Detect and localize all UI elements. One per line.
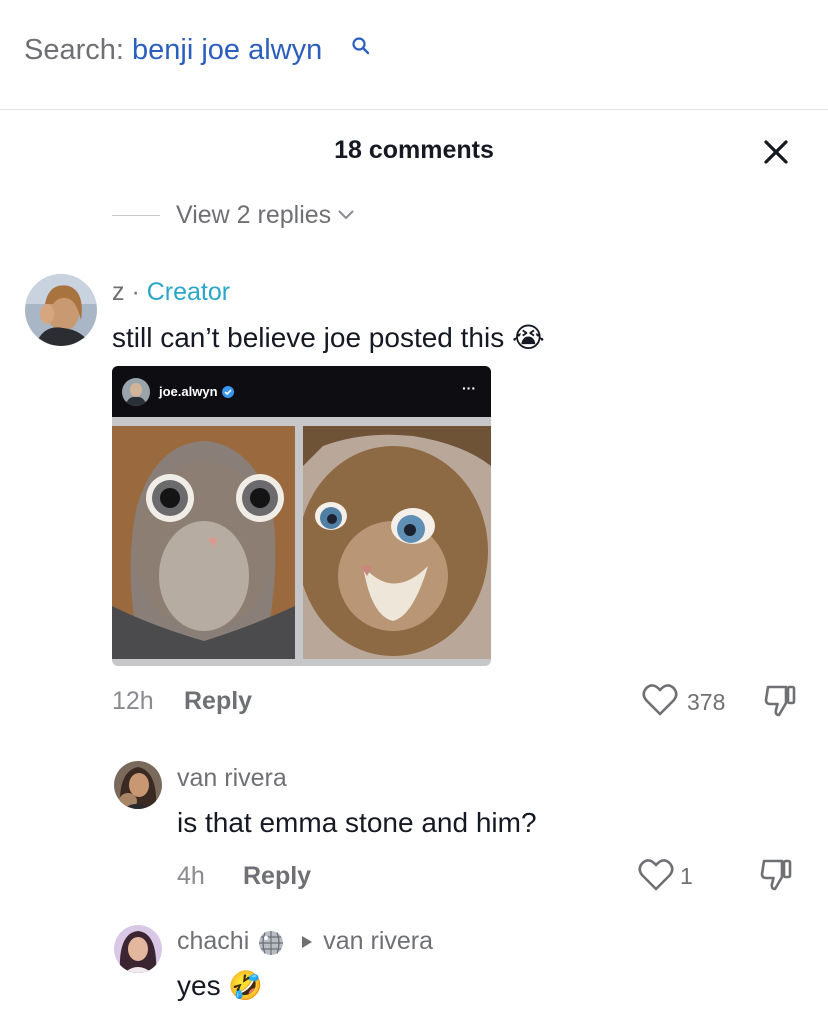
reply-button[interactable]: Reply: [243, 862, 311, 891]
cat-photo-right: [303, 426, 491, 659]
avatar[interactable]: [25, 274, 97, 346]
embed-avatar: [122, 378, 150, 406]
heart-icon[interactable]: [638, 858, 674, 892]
close-icon[interactable]: [758, 134, 794, 170]
comment-time: 4h: [177, 862, 205, 890]
username-text[interactable]: chachi: [177, 927, 249, 956]
embed-header: joe.alwyn ···: [112, 366, 491, 417]
disco-ball-icon: [259, 930, 284, 955]
comment-username[interactable]: chachi van rivera: [177, 927, 433, 956]
chevron-down-icon: [338, 210, 354, 220]
comment-time: 12h: [112, 687, 154, 715]
embedded-post-image[interactable]: joe.alwyn ···: [112, 366, 491, 666]
view-replies-label: View 2 replies: [176, 200, 332, 229]
dislike-icon[interactable]: [762, 683, 798, 719]
search-bar[interactable]: Search: benji joe alwyn: [0, 0, 828, 110]
more-icon: ···: [462, 380, 476, 396]
search-query[interactable]: benji joe alwyn: [132, 34, 322, 66]
comments-count-title: 18 comments: [334, 136, 494, 164]
divider-line: [112, 214, 160, 216]
view-replies-button[interactable]: View 2 replies: [112, 200, 355, 230]
like-count: 1: [680, 863, 693, 889]
comment-text: is that emma stone and him?: [177, 807, 537, 838]
username-text[interactable]: z: [112, 278, 125, 306]
comment-username[interactable]: van rivera: [177, 764, 287, 793]
embed-handle: joe.alwyn: [159, 384, 218, 399]
search-icon[interactable]: [351, 36, 370, 55]
like-count: 378: [687, 689, 726, 715]
reply-button[interactable]: Reply: [184, 687, 252, 716]
comment-username[interactable]: z · Creator: [112, 278, 230, 307]
avatar[interactable]: [114, 761, 162, 809]
verified-icon: [222, 386, 234, 398]
comment-text: still can’t believe joe posted this 😭: [112, 322, 545, 353]
search-prefix: Search:: [24, 34, 132, 66]
search-label: Search: benji joe alwyn: [24, 34, 322, 67]
play-arrow-icon: [302, 935, 313, 948]
creator-badge: Creator: [146, 278, 231, 306]
cat-photo-left: [112, 426, 295, 659]
dislike-icon[interactable]: [758, 857, 794, 893]
comment-text: yes 🤣: [177, 970, 264, 1001]
separator-dot: ·: [124, 278, 147, 306]
reply-to-username[interactable]: van rivera: [323, 927, 433, 956]
avatar[interactable]: [114, 925, 162, 973]
heart-icon[interactable]: [642, 683, 678, 717]
